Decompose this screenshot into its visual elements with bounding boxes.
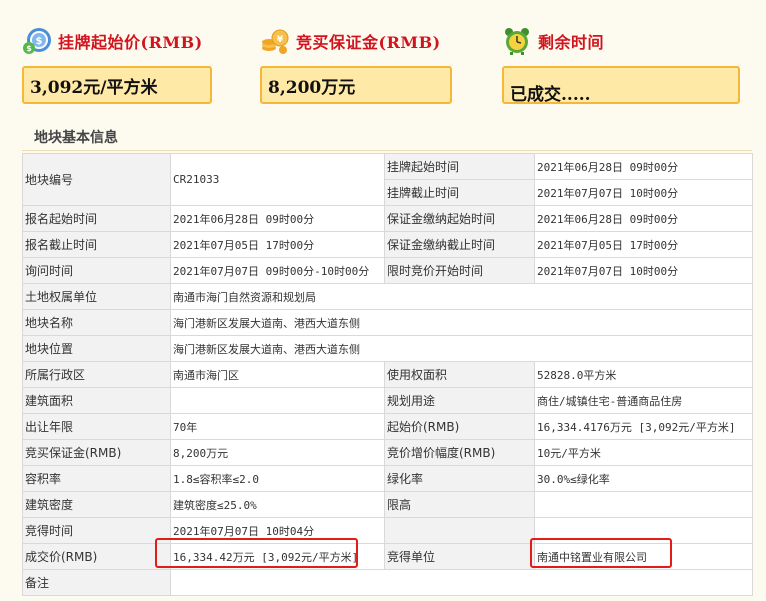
table-row: 土地权属单位 南通市海门自然资源和规划局: [22, 283, 753, 310]
label-parcel-id: 地块编号: [22, 153, 171, 206]
table-row: 竞得时间 2021年07月07日 10时04分: [22, 517, 753, 544]
value-listing-start: 2021年06月28日 09时00分: [534, 153, 753, 180]
label-registration-start: 报名起始时间: [22, 205, 171, 232]
land-info-table: 地块编号 CR21033 挂牌起始时间 2021年06月28日 09时00分 挂…: [22, 153, 753, 596]
table-row: 地块名称 海门港新区发展大道南、港西大道东侧: [22, 309, 753, 336]
label-use-area: 使用权面积: [384, 361, 535, 388]
empty-cell: [384, 517, 535, 544]
value-deposit-end: 2021年07月05日 17时00分: [534, 231, 753, 258]
label-timed-bid-start: 限时竞价开始时间: [384, 257, 535, 284]
label-parcel-name: 地块名称: [22, 309, 171, 336]
section-title: 地块基本信息: [34, 130, 118, 146]
table-row: 报名截止时间 2021年07月05日 17时00分 保证金缴纳截止时间 2021…: [22, 231, 753, 258]
value-bid-deposit: 8,200万元: [170, 439, 385, 466]
value-starting-price: 16,334.4176万元 [3,092元/平方米]: [534, 413, 753, 440]
label-parcel-location: 地块位置: [22, 335, 171, 362]
label-remarks: 备注: [22, 569, 171, 596]
price-tag-icon: $ $: [23, 28, 51, 54]
table-row: 地块位置 海门港新区发展大道南、港西大道东侧: [22, 335, 753, 362]
table-row: 报名起始时间 2021年06月28日 09时00分 保证金缴纳起始时间 2021…: [22, 205, 753, 232]
table-row: 所属行政区 南通市海门区 使用权面积 52828.0平方米: [22, 361, 753, 388]
label-winning-time: 竞得时间: [22, 517, 171, 544]
table-row: 出让年限 70年 起始价(RMB) 16,334.4176万元 [3,092元/…: [22, 413, 753, 440]
table-row: 竞买保证金(RMB) 8,200万元 竞价增价幅度(RMB) 10元/平方米: [22, 439, 753, 466]
section-divider: [22, 150, 752, 151]
starting-price-value: 3,092元/平方米: [22, 66, 212, 104]
svg-text:$: $: [36, 36, 43, 47]
value-listing-end: 2021年07月07日 10时00分: [534, 179, 753, 206]
value-building-area: [170, 387, 385, 414]
deposit-value: 8,200万元: [260, 66, 452, 104]
label-winning-bidder: 竞得单位: [384, 543, 535, 570]
label-listing-end: 挂牌截止时间: [384, 179, 535, 206]
label-height-limit: 限高: [384, 491, 535, 518]
label-bid-deposit: 竞买保证金(RMB): [22, 439, 171, 466]
starting-price-title: 挂牌起始价(RMB): [58, 33, 203, 52]
table-row: 容积率 1.8≤容积率≤2.0 绿化率 30.0%≤绿化率: [22, 465, 753, 492]
coin-stack-icon: ¥: [262, 29, 289, 54]
value-lease-term: 70年: [170, 413, 385, 440]
value-registration-end: 2021年07月05日 17时00分: [170, 231, 385, 258]
value-timed-bid-start: 2021年07月07日 10时00分: [534, 257, 753, 284]
value-transaction-price: 16,334.42万元 [3,092元/平方米]: [170, 543, 385, 570]
value-registration-start: 2021年06月28日 09时00分: [170, 205, 385, 232]
value-parcel-id: CR21033: [170, 153, 385, 206]
remaining-time-value: 已成交.....: [502, 66, 740, 105]
label-ownership-unit: 土地权属单位: [22, 283, 171, 310]
value-bid-increment: 10元/平方米: [534, 439, 753, 466]
value-remarks: [170, 569, 753, 596]
value-winning-bidder: 南通中铭置业有限公司: [534, 543, 753, 570]
value-parcel-location: 海门港新区发展大道南、港西大道东侧: [170, 335, 753, 362]
svg-text:¥: ¥: [277, 35, 284, 45]
label-transaction-price: 成交价(RMB): [22, 543, 171, 570]
table-row: 备注: [22, 569, 753, 596]
deposit-title: 竞买保证金(RMB): [296, 33, 441, 52]
label-planned-use: 规划用途: [384, 387, 535, 414]
label-lease-term: 出让年限: [22, 413, 171, 440]
label-registration-end: 报名截止时间: [22, 231, 171, 258]
label-green-ratio: 绿化率: [384, 465, 535, 492]
deposit-card: ¥ 竞买保证金(RMB) 8,200万元: [260, 22, 452, 104]
label-plot-ratio: 容积率: [22, 465, 171, 492]
empty-cell: [534, 517, 753, 544]
value-building-density: 建筑密度≤25.0%: [170, 491, 385, 518]
label-district: 所属行政区: [22, 361, 171, 388]
label-listing-start: 挂牌起始时间: [384, 153, 535, 180]
remaining-time-card: 剩余时间 已成交.....: [502, 22, 740, 105]
value-planned-use: 商住/城镇住宅-普通商品住房: [534, 387, 753, 414]
label-building-area: 建筑面积: [22, 387, 171, 414]
alarm-clock-icon: [505, 28, 529, 55]
label-inquiry-time: 询问时间: [22, 257, 171, 284]
label-deposit-end: 保证金缴纳截止时间: [384, 231, 535, 258]
label-deposit-start: 保证金缴纳起始时间: [384, 205, 535, 232]
value-height-limit: [534, 491, 753, 518]
value-district: 南通市海门区: [170, 361, 385, 388]
table-row: 询问时间 2021年07月07日 09时00分-10时00分 限时竞价开始时间 …: [22, 257, 753, 284]
value-inquiry-time: 2021年07月07日 09时00分-10时00分: [170, 257, 385, 284]
table-row: 建筑面积 规划用途 商住/城镇住宅-普通商品住房: [22, 387, 753, 414]
table-row: 成交价(RMB) 16,334.42万元 [3,092元/平方米] 竞得单位 南…: [22, 543, 753, 570]
value-winning-time: 2021年07月07日 10时04分: [170, 517, 385, 544]
table-row: 地块编号 CR21033 挂牌起始时间 2021年06月28日 09时00分: [22, 153, 753, 206]
svg-text:$: $: [26, 44, 32, 53]
remaining-time-title: 剩余时间: [538, 33, 605, 52]
label-building-density: 建筑密度: [22, 491, 171, 518]
value-ownership-unit: 南通市海门自然资源和规划局: [170, 283, 753, 310]
table-row: 建筑密度 建筑密度≤25.0% 限高: [22, 491, 753, 518]
value-deposit-start: 2021年06月28日 09时00分: [534, 205, 753, 232]
starting-price-card: $ $ 挂牌起始价(RMB) 3,092元/平方米: [22, 22, 212, 104]
label-bid-increment: 竞价增价幅度(RMB): [384, 439, 535, 466]
value-use-area: 52828.0平方米: [534, 361, 753, 388]
label-starting-price: 起始价(RMB): [384, 413, 535, 440]
value-green-ratio: 30.0%≤绿化率: [534, 465, 753, 492]
value-parcel-name: 海门港新区发展大道南、港西大道东侧: [170, 309, 753, 336]
value-plot-ratio: 1.8≤容积率≤2.0: [170, 465, 385, 492]
